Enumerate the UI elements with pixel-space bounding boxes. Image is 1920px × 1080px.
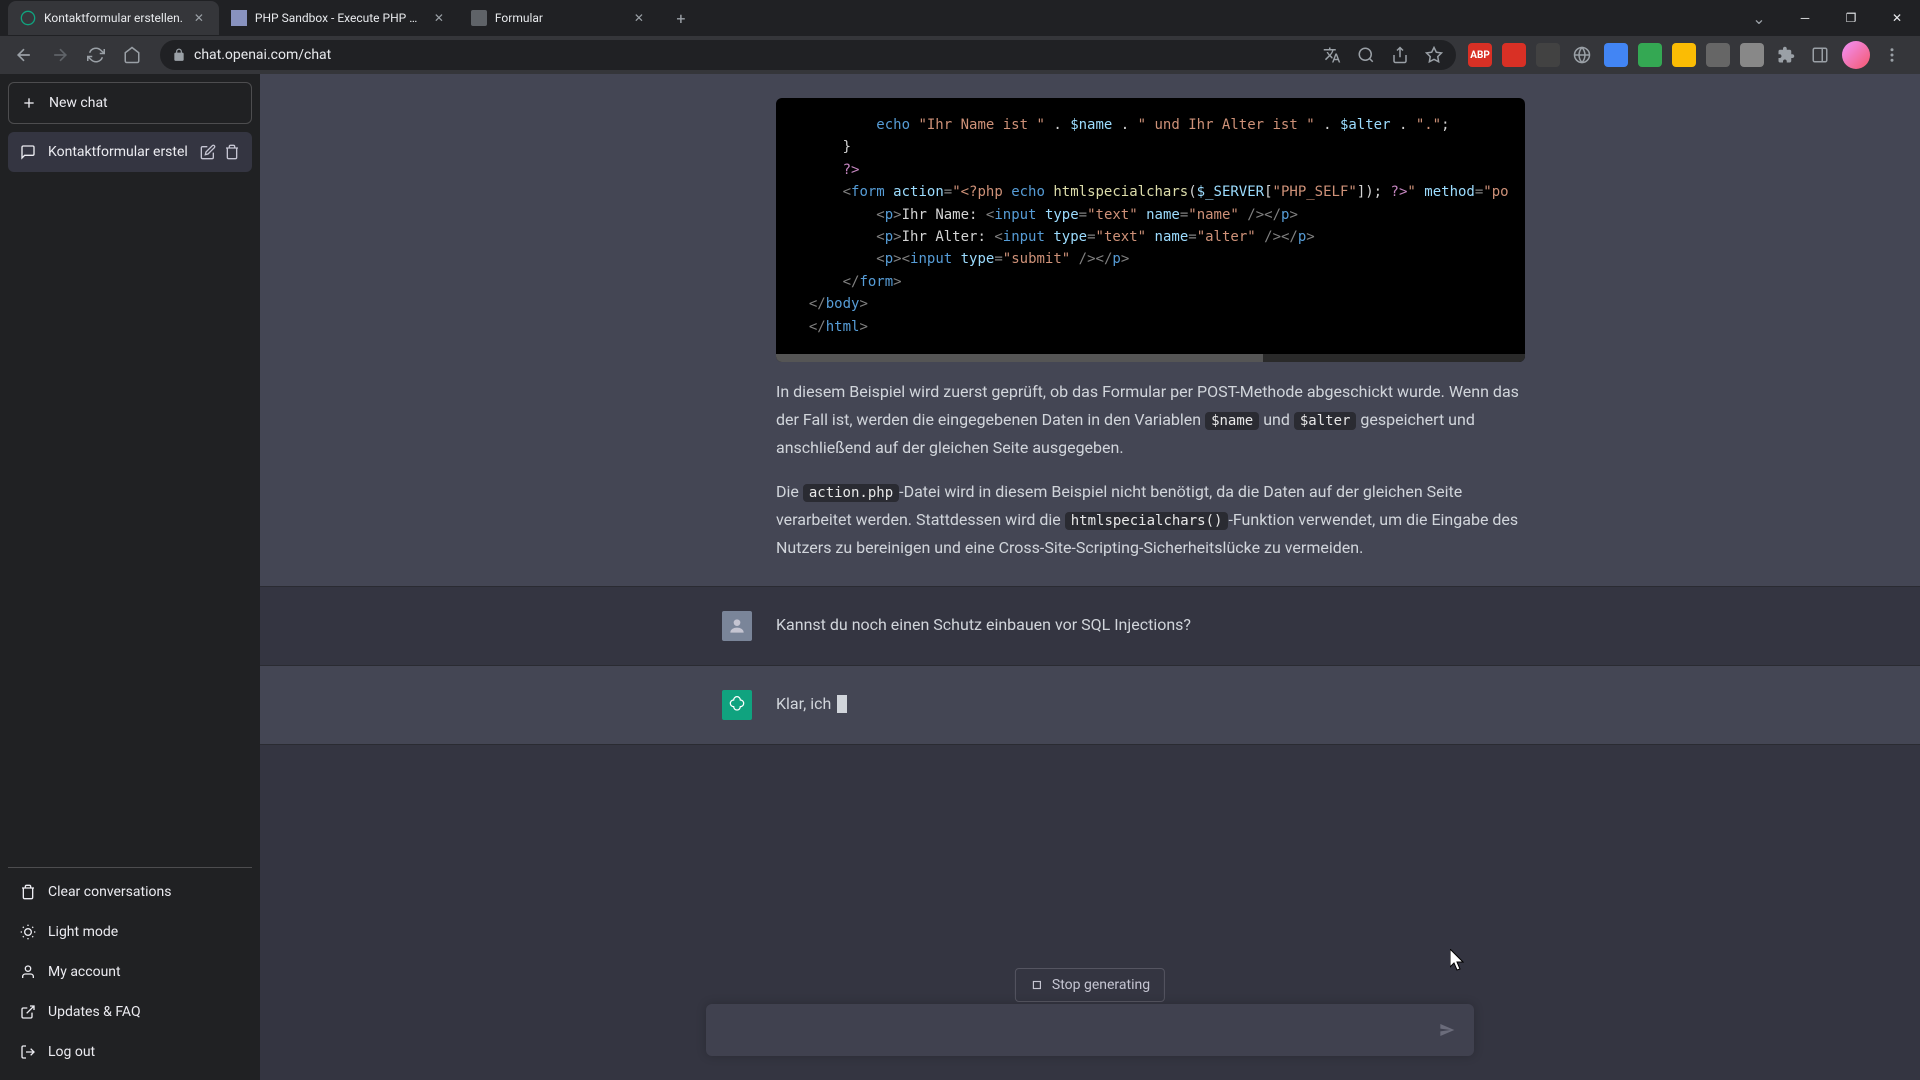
stop-generating-button[interactable]: Stop generating	[1015, 968, 1165, 1002]
assistant-avatar	[722, 690, 752, 720]
close-icon[interactable]: ✕	[431, 10, 447, 26]
menu-icon[interactable]	[1880, 43, 1904, 67]
code-block: echo "Ihr Name ist " . $name . " und Ihr…	[776, 98, 1525, 362]
tab-overflow-icon[interactable]: ⌄	[1736, 0, 1782, 36]
chat-history-item[interactable]: Kontaktformular erstell	[8, 132, 252, 172]
external-link-icon	[20, 1004, 36, 1020]
user-icon	[20, 964, 36, 980]
chat-icon	[20, 144, 36, 160]
browser-tab-0[interactable]: Kontaktformular erstellen. ✕	[8, 1, 219, 35]
url-bar[interactable]: chat.openai.com/chat	[160, 40, 1456, 70]
inline-code: action.php	[803, 484, 899, 502]
openai-favicon-icon	[20, 10, 36, 26]
browser-tab-2[interactable]: Formular ✕	[459, 1, 659, 35]
share-icon[interactable]	[1390, 45, 1410, 65]
send-button[interactable]	[1432, 1015, 1462, 1045]
light-mode-label: Light mode	[48, 924, 118, 940]
assistant-message-streaming: Klar, ich	[260, 666, 1920, 745]
new-tab-button[interactable]: +	[667, 4, 695, 32]
extension-icon[interactable]	[1604, 43, 1628, 67]
account-label: My account	[48, 964, 121, 980]
user-avatar	[722, 611, 752, 641]
sidebar: New chat Kontaktformular erstell Clear c…	[0, 74, 260, 1080]
inline-code: $alter	[1294, 412, 1357, 430]
logout-label: Log out	[48, 1044, 95, 1060]
assistant-streaming-text: Klar, ich	[776, 690, 1458, 720]
bookmark-icon[interactable]	[1424, 45, 1444, 65]
extension-icon[interactable]	[1706, 43, 1730, 67]
code-content[interactable]: echo "Ihr Name ist " . $name . " und Ihr…	[776, 98, 1525, 354]
translate-icon[interactable]	[1322, 45, 1342, 65]
forward-button[interactable]	[44, 39, 76, 71]
minimize-button[interactable]: ─	[1782, 0, 1828, 36]
extension-icon[interactable]	[1740, 43, 1764, 67]
my-account-button[interactable]: My account	[8, 952, 252, 992]
updates-faq-button[interactable]: Updates & FAQ	[8, 992, 252, 1032]
reload-button[interactable]	[80, 39, 112, 71]
trash-icon	[20, 884, 36, 900]
browser-tab-1[interactable]: PHP Sandbox - Execute PHP cod ✕	[219, 1, 459, 35]
code-scrollbar[interactable]	[776, 354, 1525, 362]
page-favicon-icon	[471, 10, 487, 26]
chat-scroll[interactable]: echo "Ihr Name ist " . $name . " und Ihr…	[260, 74, 1920, 988]
typing-cursor-icon	[837, 695, 847, 713]
edit-icon[interactable]	[200, 144, 216, 160]
extension-icon[interactable]	[1536, 43, 1560, 67]
close-icon[interactable]: ✕	[631, 10, 647, 26]
main-content: echo "Ihr Name ist " . $name . " und Ihr…	[260, 74, 1920, 1080]
stop-label: Stop generating	[1052, 977, 1150, 993]
faq-label: Updates & FAQ	[48, 1004, 141, 1020]
message-input[interactable]	[722, 1018, 1429, 1042]
input-area: Stop generating	[260, 988, 1920, 1080]
extension-icon[interactable]	[1672, 43, 1696, 67]
extensions-menu-icon[interactable]	[1774, 43, 1798, 67]
lock-icon	[172, 48, 186, 62]
profile-avatar[interactable]	[1842, 41, 1870, 69]
abp-extension-icon[interactable]: ABP	[1468, 43, 1492, 67]
message-input-box[interactable]	[706, 1004, 1474, 1056]
logout-icon	[20, 1044, 36, 1060]
new-chat-label: New chat	[49, 95, 108, 111]
close-window-button[interactable]: ✕	[1874, 0, 1920, 36]
stop-icon	[1030, 978, 1044, 992]
light-mode-button[interactable]: Light mode	[8, 912, 252, 952]
mouse-cursor-icon	[1450, 949, 1468, 973]
tab-title: Kontaktformular erstellen.	[44, 11, 183, 25]
assistant-text: In diesem Beispiel wird zuerst geprüft, …	[776, 378, 1525, 462]
assistant-message: echo "Ihr Name ist " . $name . " und Ihr…	[260, 74, 1920, 587]
new-chat-button[interactable]: New chat	[8, 82, 252, 124]
user-text: Kannst du noch einen Schutz einbauen vor…	[776, 611, 1458, 641]
tab-bar: Kontaktformular erstellen. ✕ PHP Sandbox…	[0, 0, 1920, 36]
plus-icon	[21, 95, 37, 111]
logout-button[interactable]: Log out	[8, 1032, 252, 1072]
globe-extension-icon[interactable]	[1570, 43, 1594, 67]
sun-icon	[20, 924, 36, 940]
extension-icons: ABP	[1468, 41, 1912, 69]
address-bar: chat.openai.com/chat ABP	[0, 36, 1920, 74]
php-favicon-icon	[231, 10, 247, 26]
clear-conversations-button[interactable]: Clear conversations	[8, 872, 252, 912]
zoom-icon[interactable]	[1356, 45, 1376, 65]
close-icon[interactable]: ✕	[191, 10, 207, 26]
extension-icon[interactable]	[1502, 43, 1526, 67]
url-text: chat.openai.com/chat	[194, 47, 331, 63]
home-button[interactable]	[116, 39, 148, 71]
browser-chrome: Kontaktformular erstellen. ✕ PHP Sandbox…	[0, 0, 1920, 74]
trash-icon[interactable]	[224, 144, 240, 160]
extension-icon[interactable]	[1638, 43, 1662, 67]
tab-title: PHP Sandbox - Execute PHP cod	[255, 11, 423, 25]
tab-title: Formular	[495, 11, 623, 25]
assistant-text: Die action.php-Datei wird in diesem Beis…	[776, 478, 1525, 562]
back-button[interactable]	[8, 39, 40, 71]
clear-label: Clear conversations	[48, 884, 171, 900]
maximize-button[interactable]: ❐	[1828, 0, 1874, 36]
user-message: Kannst du noch einen Schutz einbauen vor…	[260, 587, 1920, 666]
sidepanel-icon[interactable]	[1808, 43, 1832, 67]
inline-code: $name	[1205, 412, 1259, 430]
chat-item-title: Kontaktformular erstell	[48, 144, 188, 160]
inline-code: htmlspecialchars()	[1065, 512, 1229, 530]
